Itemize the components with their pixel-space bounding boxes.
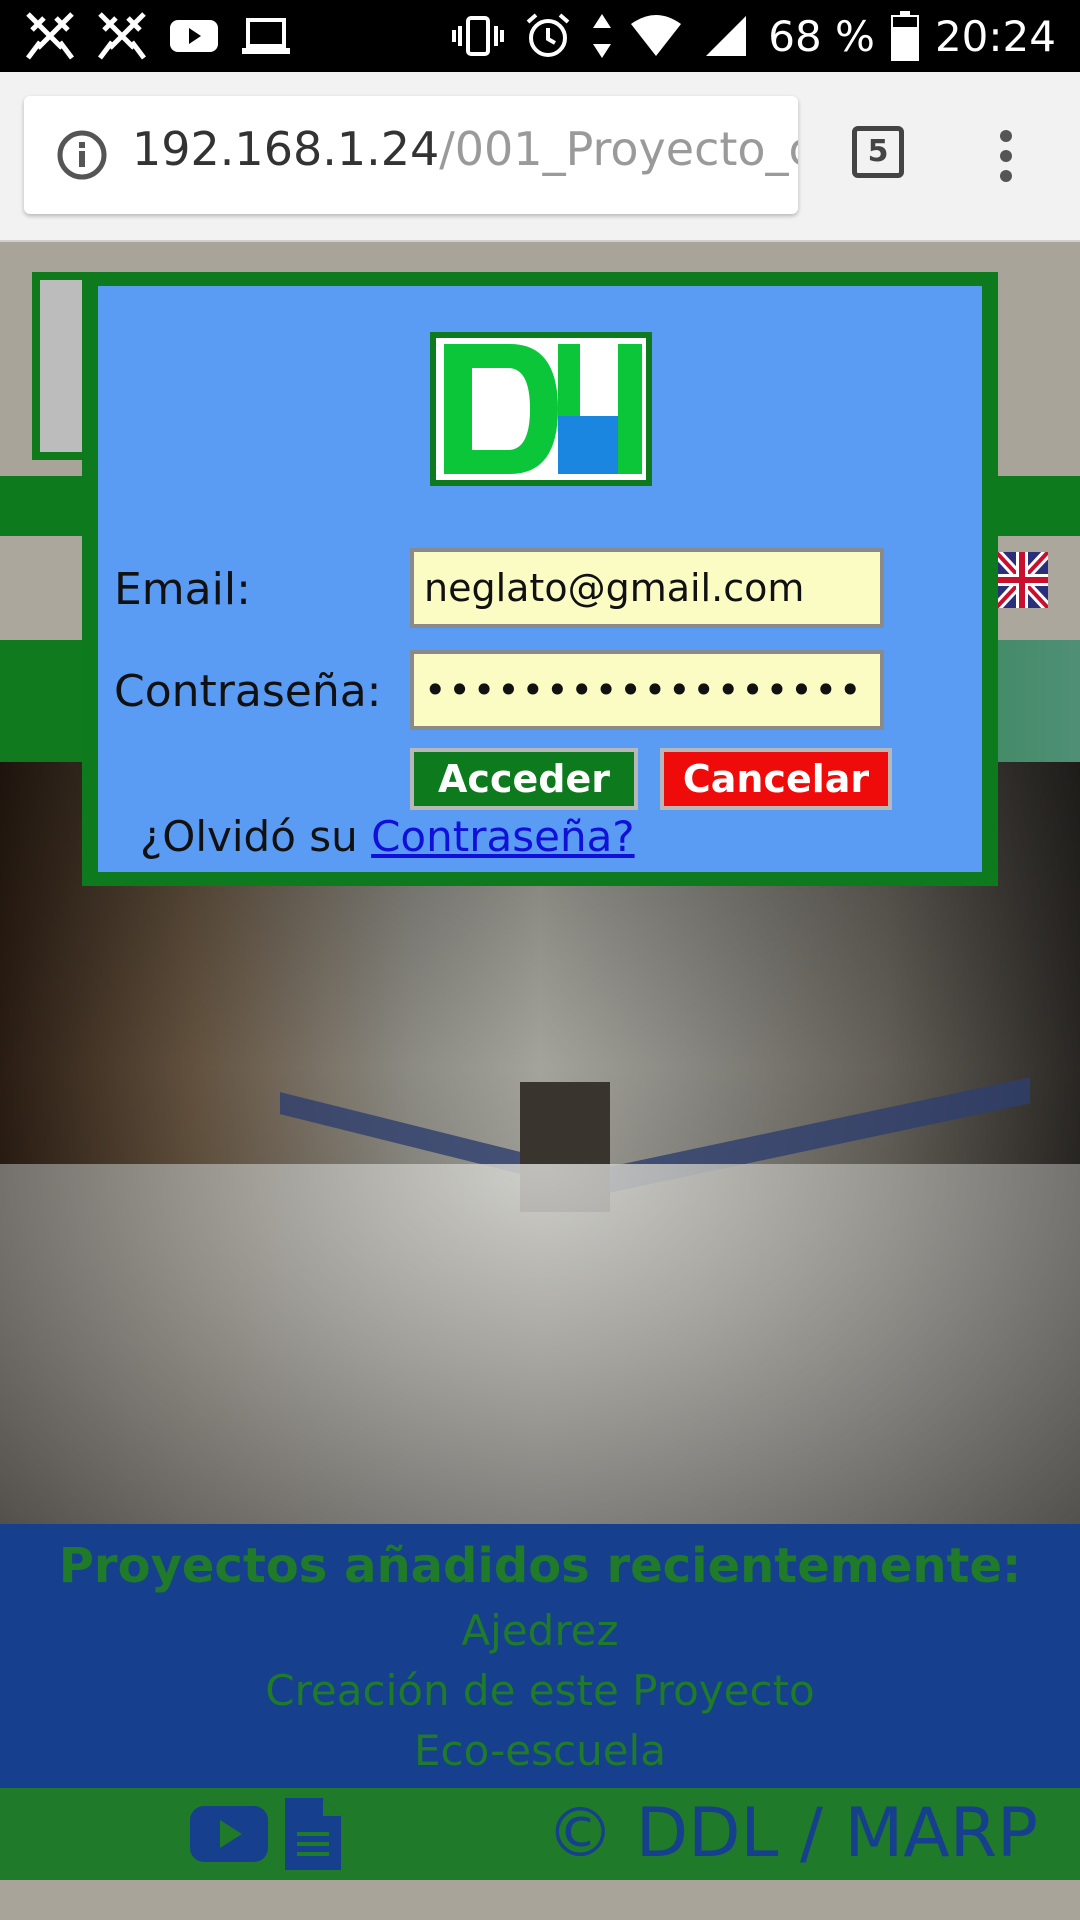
- url-path: /001_Proyecto_c: [439, 122, 798, 176]
- recent-projects-section: Proyectos añadidos recientemente: Ajedre…: [0, 1524, 1080, 1788]
- swords-icon: [94, 8, 150, 64]
- battery-icon: [889, 8, 921, 64]
- login-button[interactable]: Acceder: [410, 748, 638, 810]
- clock: 20:24: [934, 11, 1056, 61]
- recent-project-link[interactable]: Ajedrez: [0, 1606, 1080, 1655]
- youtube-icon: [166, 8, 222, 64]
- recent-project-link[interactable]: Eco-escuela: [0, 1726, 1080, 1775]
- vibrate-icon: [450, 8, 506, 64]
- forgot-password-link[interactable]: Contraseña?: [371, 812, 634, 861]
- url-text[interactable]: 192.168.1.24/001_Proyecto_c: [132, 122, 798, 176]
- copyright-text: © DDL / MARP: [546, 1794, 1038, 1873]
- youtube-icon[interactable]: [190, 1806, 268, 1862]
- tab-switcher-button[interactable]: 5: [852, 126, 904, 178]
- footer: © DDL / MARP: [0, 1788, 1080, 1880]
- swords-icon: [22, 8, 78, 64]
- document-icon[interactable]: [285, 1798, 341, 1870]
- login-dialog-body: Email: neglato@gmail.com Contraseña: •••…: [98, 286, 982, 872]
- data-arrows-icon: [590, 8, 614, 64]
- forgot-password-prefix: ¿Olvidó su: [140, 812, 372, 861]
- info-icon[interactable]: [56, 129, 108, 181]
- signal-icon: [698, 8, 754, 64]
- status-bar: 68 % 20:24: [0, 0, 1080, 72]
- cancel-button[interactable]: Cancelar: [660, 748, 892, 810]
- battery-percent: 68 %: [768, 11, 875, 61]
- notification-icons: [22, 8, 294, 64]
- browser-toolbar: 192.168.1.24/001_Proyecto_c 5: [0, 72, 1080, 242]
- email-label: Email:: [114, 564, 251, 615]
- address-bar[interactable]: 192.168.1.24/001_Proyecto_c: [24, 96, 798, 214]
- wifi-icon: [628, 8, 684, 64]
- system-status: 68 % 20:24: [450, 8, 1056, 64]
- uk-flag-icon[interactable]: [992, 548, 1052, 612]
- page-bottom: [0, 1880, 1080, 1920]
- url-host: 192.168.1.24: [132, 122, 440, 176]
- recent-project-link[interactable]: Creación de este Proyecto: [0, 1666, 1080, 1715]
- dh-logo: [430, 332, 652, 486]
- login-dialog: Email: neglato@gmail.com Contraseña: •••…: [82, 272, 998, 886]
- password-label: Contraseña:: [114, 666, 382, 717]
- password-field[interactable]: ••••••••••••••••••: [410, 650, 884, 730]
- email-field[interactable]: neglato@gmail.com: [410, 548, 884, 628]
- laptop-icon: [238, 8, 294, 64]
- hero-floor: [0, 1164, 1080, 1524]
- overflow-menu-icon[interactable]: [996, 128, 1016, 184]
- recent-projects-title: Proyectos añadidos recientemente:: [58, 1538, 1022, 1594]
- hero-wall-stripe-left: [280, 1092, 520, 1174]
- forgot-password: ¿Olvidó su Contraseña?: [140, 812, 635, 861]
- alarm-icon: [520, 8, 576, 64]
